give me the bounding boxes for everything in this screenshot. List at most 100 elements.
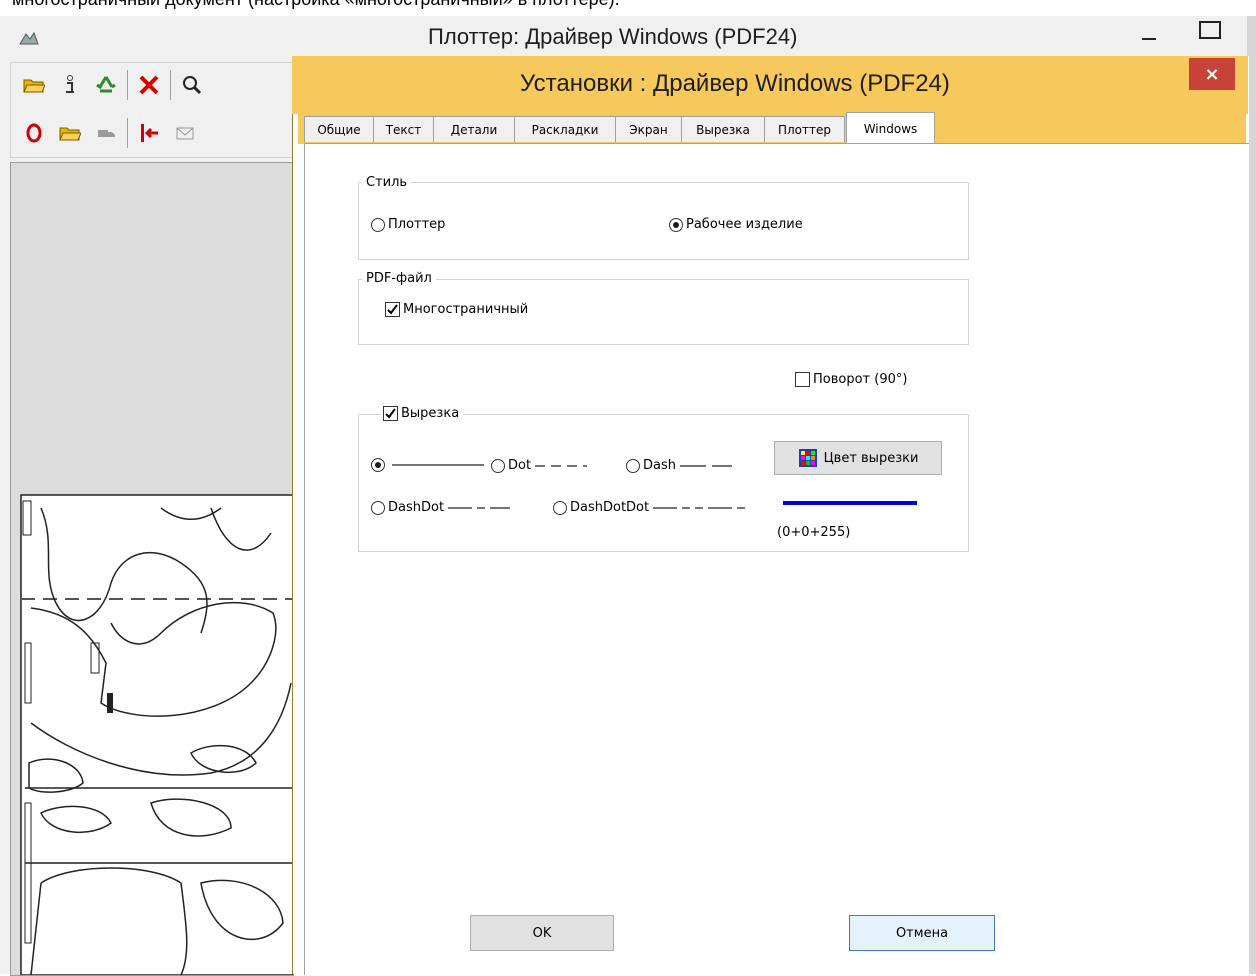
checkbox[interactable]: [385, 302, 400, 317]
dialog-title: Установки : Драйвер Windows (PDF24): [520, 70, 950, 97]
line-style-dot[interactable]: Dot: [491, 458, 588, 473]
tab-label: Общие: [317, 122, 361, 137]
checkbox[interactable]: [383, 406, 398, 421]
open-folder-icon: [23, 79, 45, 93]
toolbar-separator: [127, 70, 128, 100]
line-style-label: Dot: [508, 458, 532, 473]
dashdotdot-line-sample: [653, 506, 746, 509]
windows-tab-panel: Стиль Плоттер Рабочее изделие PDF-файл М…: [304, 143, 1249, 975]
dash-line-sample: [680, 464, 732, 467]
open-folder-2-button[interactable]: [55, 117, 85, 149]
ok-button[interactable]: OK: [470, 915, 614, 951]
tab-plotter[interactable]: Плоттер: [764, 116, 845, 142]
tab-label: Текст: [385, 122, 422, 137]
color-palette-icon: [798, 449, 817, 467]
tab-windows[interactable]: Windows: [846, 112, 935, 144]
radio-button-selected[interactable]: [371, 458, 385, 472]
cutting-enable-checkbox[interactable]: Вырезка: [381, 406, 464, 421]
exit-button[interactable]: [134, 117, 164, 149]
rotate-90-checkbox[interactable]: Поворот (90°): [795, 372, 907, 387]
plotter-toolbar: [10, 62, 294, 158]
plotter-window-title: Плоттер: Драйвер Windows (PDF24): [428, 24, 798, 49]
checkbox[interactable]: [795, 372, 810, 387]
maximize-button[interactable]: [1190, 18, 1230, 50]
line-style-dash[interactable]: Dash: [626, 458, 732, 473]
tab-label: Экран: [629, 122, 668, 137]
tab-text[interactable]: Текст: [373, 116, 434, 142]
tab-label: Вырезка: [696, 122, 750, 137]
style-option-workpiece[interactable]: Рабочее изделие: [669, 217, 803, 232]
delete-icon: [139, 75, 159, 95]
tab-details[interactable]: Детали: [433, 116, 515, 142]
line-style-dashdotdot[interactable]: DashDotDot: [553, 500, 746, 515]
style-option-label: Плоттер: [388, 217, 446, 232]
radio-button[interactable]: [491, 458, 505, 473]
tab-general[interactable]: Общие: [304, 116, 374, 142]
dashdot-line-sample: [448, 506, 511, 509]
cancel-button-label: Отмена: [895, 925, 949, 941]
style-group: [358, 182, 969, 260]
exit-icon: [141, 124, 158, 142]
radio-button[interactable]: [553, 500, 567, 515]
truck-icon: [98, 130, 115, 137]
toolbar-row-2: [19, 117, 200, 149]
tab-label: Windows: [863, 121, 918, 136]
close-icon: ×: [1204, 63, 1220, 85]
tab-screen[interactable]: Экран: [615, 116, 682, 142]
mail-icon: [176, 127, 194, 140]
checkmark-icon: [385, 408, 396, 419]
recycle-button[interactable]: [91, 69, 121, 101]
open-folder-button[interactable]: [19, 69, 49, 101]
caption-text: многостраничный документ (настройка «мно…: [12, 0, 620, 10]
cut-color-value: (0+0+255): [777, 525, 851, 540]
plotter-app-icon: [19, 31, 39, 45]
stop-button[interactable]: [19, 117, 49, 149]
line-style-label: Dash: [643, 458, 676, 473]
layout-preview-canvas[interactable]: [10, 162, 294, 976]
minimize-icon: [1142, 38, 1156, 40]
tab-label: Плоттер: [777, 122, 831, 137]
line-style-solid[interactable]: [371, 458, 484, 472]
tab-label: Детали: [450, 122, 498, 137]
radio-button[interactable]: [371, 217, 385, 232]
toolbar-separator: [127, 118, 128, 148]
style-option-plotter[interactable]: Плоттер: [371, 217, 445, 232]
checkmark-icon: [387, 304, 398, 315]
cancel-button[interactable]: Отмена: [849, 915, 995, 951]
radio-button[interactable]: [371, 500, 385, 515]
multipage-label: Многостраничный: [403, 302, 529, 317]
multipage-checkbox[interactable]: Многостраничный: [385, 302, 528, 317]
solid-line-sample: [392, 464, 484, 466]
stop-icon: [26, 123, 42, 143]
mail-button[interactable]: [170, 117, 200, 149]
line-style-label: DashDot: [388, 500, 445, 515]
style-option-label: Рабочее изделие: [686, 217, 803, 232]
cut-color-button-label: Цвет вырезки: [823, 450, 919, 466]
minimize-button[interactable]: [1130, 18, 1170, 50]
pdf-file-legend: PDF-файл: [362, 271, 436, 286]
recycle-icon: [96, 76, 116, 93]
maximize-icon: [1199, 21, 1221, 39]
rotate-label: Поворот (90°): [813, 372, 908, 387]
line-style-dashdot[interactable]: DashDot: [371, 500, 511, 515]
ok-button-label: OK: [532, 925, 552, 941]
open-folder-2-icon: [59, 127, 81, 141]
toolbar-separator: [170, 70, 171, 100]
toolbar-row-1: [19, 69, 207, 101]
send-button[interactable]: [91, 117, 121, 149]
tab-cutting[interactable]: Вырезка: [681, 116, 765, 142]
tab-layouts[interactable]: Раскладки: [514, 116, 616, 142]
line-style-label: DashDotDot: [570, 500, 650, 515]
cutting-enable-label: Вырезка: [401, 406, 460, 421]
delete-button[interactable]: [134, 69, 164, 101]
radio-button-selected[interactable]: [669, 217, 683, 232]
info-button[interactable]: [55, 69, 85, 101]
cut-color-button[interactable]: Цвет вырезки: [774, 441, 942, 475]
dialog-close-button[interactable]: ×: [1189, 58, 1235, 90]
search-button[interactable]: [177, 69, 207, 101]
dot-line-sample: [535, 464, 588, 467]
pattern-layout-drawing: [20, 494, 293, 975]
style-group-legend: Стиль: [362, 175, 412, 190]
radio-button[interactable]: [626, 458, 640, 473]
cutting-group: [358, 414, 969, 552]
